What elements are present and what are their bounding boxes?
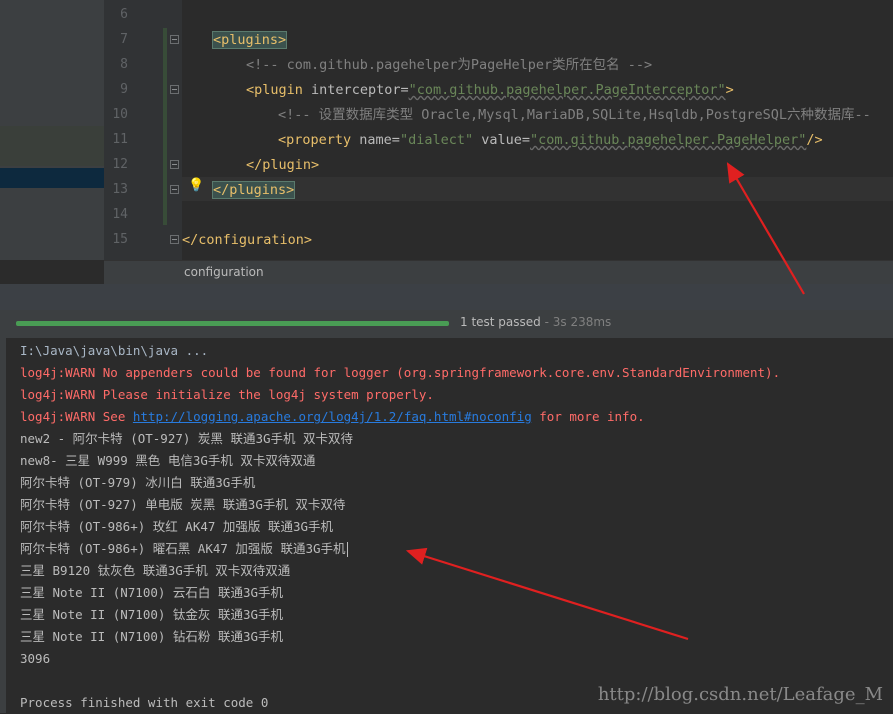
tag-bracket: < bbox=[278, 132, 287, 148]
console-text: log4j:WARN Please initialize the log4j s… bbox=[20, 387, 434, 402]
code-line-11[interactable]: <property name="dialect" value="com.gith… bbox=[278, 128, 823, 152]
tag-bracket: /> bbox=[806, 132, 823, 148]
console-line: 三星 Note II (N7100) 云石白 联通3G手机 bbox=[20, 582, 283, 604]
tag-bracket: > bbox=[278, 32, 287, 48]
console-line: 3096 bbox=[20, 648, 50, 670]
console-text: I:\Java\java\bin\java ... bbox=[20, 343, 209, 358]
code-line-13[interactable]: </plugins> bbox=[211, 178, 296, 202]
breadcrumb[interactable]: configuration bbox=[104, 260, 893, 285]
tag-bracket: < bbox=[246, 82, 255, 98]
attr-name: value= bbox=[473, 132, 531, 148]
fold-icon[interactable] bbox=[170, 35, 179, 44]
test-status-text: 1 test passed bbox=[460, 315, 541, 329]
fold-icon[interactable] bbox=[170, 185, 179, 194]
tag-name: plugins bbox=[221, 32, 279, 48]
code-editor[interactable]: 6 7 8 9 10 11 12 13 14 15 💡 <plugins> <!… bbox=[0, 0, 893, 260]
test-status: 1 test passed - 3s 238ms bbox=[460, 315, 611, 329]
console-line: 阿尔卡特 (OT-927) 单电版 炭黑 联通3G手机 双卡双待 bbox=[20, 494, 345, 516]
console-text: 三星 Note II (N7100) 云石白 联通3G手机 bbox=[20, 585, 284, 600]
console-line: log4j:WARN No appenders could be found f… bbox=[20, 362, 780, 384]
project-tool-window[interactable] bbox=[0, 0, 104, 260]
attr-value: "com.github.pagehelper.PageInterceptor" bbox=[408, 82, 726, 98]
vcs-change-marker[interactable] bbox=[163, 28, 167, 225]
code-line-8[interactable]: <!-- com.github.pagehelper为PageHelper类所在… bbox=[246, 53, 652, 77]
attr-name: interceptor= bbox=[302, 82, 409, 98]
line-number: 11 bbox=[112, 132, 128, 147]
tag-bracket: > bbox=[725, 82, 734, 98]
attr-name: name= bbox=[351, 132, 400, 148]
console-text: 阿尔卡特 (OT-986+) 玫红 AK47 加强版 联通3G手机 bbox=[20, 519, 334, 534]
console-line: 阿尔卡特 (OT-979) 冰川白 联通3G手机 bbox=[20, 472, 255, 494]
line-number: 6 bbox=[120, 7, 128, 22]
watermark: http://blog.csdn.net/Leafage_M bbox=[597, 684, 883, 705]
fold-icon[interactable] bbox=[170, 160, 179, 169]
console-text: log4j:WARN See bbox=[20, 409, 133, 424]
console-line: log4j:WARN See http://logging.apache.org… bbox=[20, 406, 645, 428]
test-progress-bar bbox=[16, 321, 449, 326]
console-line: new8- 三星 W999 黑色 电信3G手机 双卡双待双通 bbox=[20, 450, 315, 472]
lightbulb-icon[interactable]: 💡 bbox=[188, 178, 204, 193]
code-line-15[interactable]: </configuration> bbox=[182, 228, 312, 252]
console-text: 阿尔卡特 (OT-986+) 曜石黑 AK47 加强版 联通3G手机 bbox=[20, 541, 346, 556]
tag-name: </plugins> bbox=[211, 181, 296, 199]
console-text: new8- 三星 W999 黑色 电信3G手机 双卡双待双通 bbox=[20, 453, 316, 468]
console-text: for more info. bbox=[531, 409, 645, 424]
line-number: 10 bbox=[112, 107, 128, 122]
attr-value: "dialect" bbox=[399, 132, 474, 148]
console-line: 阿尔卡特 (OT-986+) 玫红 AK47 加强版 联通3G手机 bbox=[20, 516, 333, 538]
console-line: I:\Java\java\bin\java ... bbox=[20, 340, 208, 362]
line-number: 7 bbox=[120, 32, 128, 47]
line-number: 15 bbox=[112, 232, 128, 247]
console-link[interactable]: http://logging.apache.org/log4j/1.2/faq.… bbox=[133, 409, 532, 424]
console-line: 三星 B9120 钛灰色 联通3G手机 双卡双待双通 bbox=[20, 560, 290, 582]
console-text: 三星 Note II (N7100) 钛金灰 联通3G手机 bbox=[20, 607, 284, 622]
tag-bracket: < bbox=[213, 32, 222, 48]
console-line: log4j:WARN Please initialize the log4j s… bbox=[20, 384, 434, 406]
test-results-bar: 1 test passed - 3s 238ms bbox=[0, 310, 893, 339]
line-number: 8 bbox=[120, 57, 128, 72]
text-caret bbox=[346, 542, 348, 557]
tag-name: plugin bbox=[254, 82, 303, 98]
code-line-7[interactable]: <plugins> bbox=[211, 28, 288, 52]
code-line-10[interactable]: <!-- 设置数据库类型 Oracle,Mysql,MariaDB,SQLite… bbox=[278, 103, 871, 127]
fold-icon[interactable] bbox=[170, 85, 179, 94]
console-line: 三星 Note II (N7100) 钛金灰 联通3G手机 bbox=[20, 604, 283, 626]
line-number: 12 bbox=[112, 157, 128, 172]
console-text: Process finished with exit code 0 bbox=[20, 695, 269, 710]
run-panel-header bbox=[0, 284, 893, 310]
console-line: Process finished with exit code 0 bbox=[20, 692, 268, 714]
console-text: 阿尔卡特 (OT-979) 冰川白 联通3G手机 bbox=[20, 475, 256, 490]
code-line-12[interactable]: </plugin> bbox=[246, 153, 319, 177]
attr-value: "com.github.pagehelper.PageHelper" bbox=[530, 132, 807, 148]
line-number: 13 bbox=[112, 182, 128, 197]
console-text: log4j:WARN No appenders could be found f… bbox=[20, 365, 781, 380]
console-line: 阿尔卡特 (OT-986+) 曜石黑 AK47 加强版 联通3G手机 bbox=[20, 538, 348, 560]
console-output[interactable]: I:\Java\java\bin\java ... log4j:WARN No a… bbox=[6, 338, 893, 713]
tree-selection-active bbox=[0, 168, 104, 188]
console-text: 三星 B9120 钛灰色 联通3G手机 双卡双待双通 bbox=[20, 563, 291, 578]
console-text: 阿尔卡特 (OT-927) 单电版 炭黑 联通3G手机 双卡双待 bbox=[20, 497, 346, 512]
console-text: 3096 bbox=[20, 651, 51, 666]
tree-selection bbox=[0, 126, 104, 166]
console-line: new2 - 阿尔卡特 (OT-927) 炭黑 联通3G手机 双卡双待 bbox=[20, 428, 353, 450]
console-line: 三星 Note II (N7100) 钻石粉 联通3G手机 bbox=[20, 626, 283, 648]
line-number: 9 bbox=[120, 82, 128, 97]
breadcrumb-item[interactable]: configuration bbox=[184, 265, 264, 279]
console-text: new2 - 阿尔卡特 (OT-927) 炭黑 联通3G手机 双卡双待 bbox=[20, 431, 354, 446]
console-text: 三星 Note II (N7100) 钻石粉 联通3G手机 bbox=[20, 629, 284, 644]
fold-icon[interactable] bbox=[170, 235, 179, 244]
line-number: 14 bbox=[112, 207, 128, 222]
tag-name: property bbox=[286, 132, 352, 148]
code-line-9[interactable]: <plugin interceptor="com.github.pagehelp… bbox=[246, 78, 734, 102]
test-duration: - 3s 238ms bbox=[540, 315, 612, 329]
